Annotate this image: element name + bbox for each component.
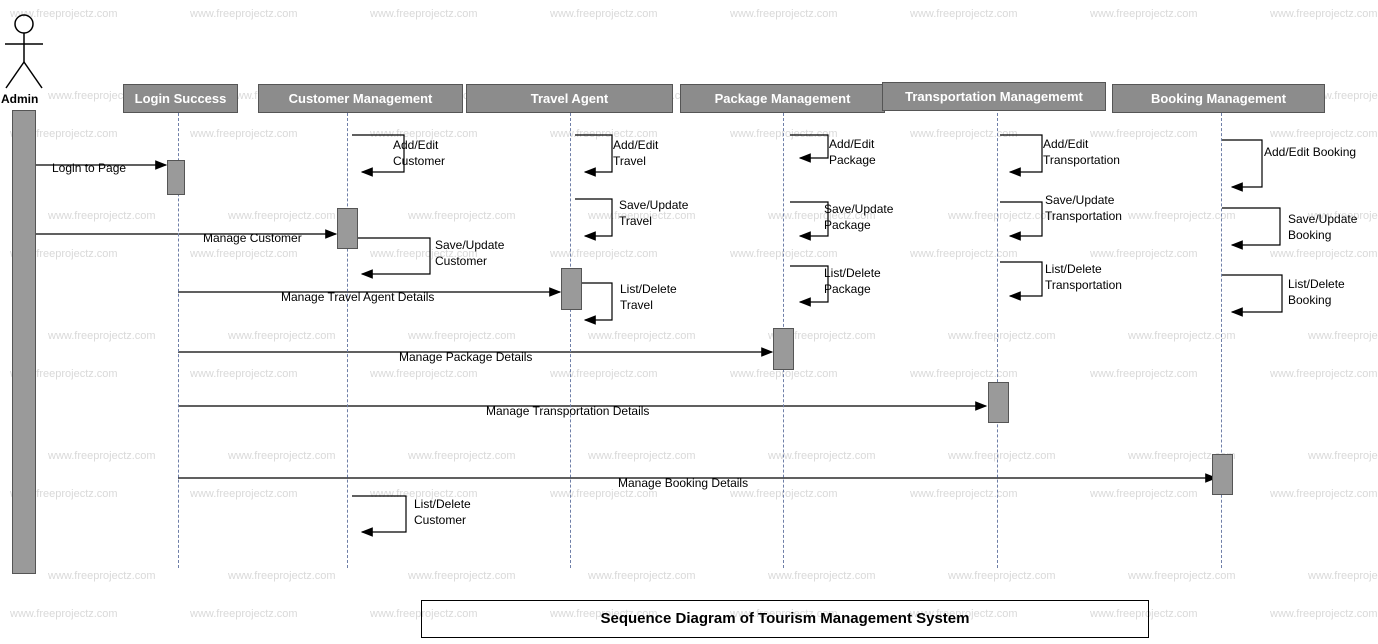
watermark: www.freeprojectz.com (588, 450, 696, 462)
watermark: www.freeprojectz.com (48, 450, 156, 462)
watermark: www.freeprojectz.com (48, 210, 156, 222)
message-label-save-update-booking: Save/Update Booking (1288, 212, 1358, 242)
watermark: www.freeprojectz.com (1270, 248, 1378, 260)
message-label-manage-customer: Manage Customer (203, 231, 302, 245)
watermark: www.freeprojectz.com (768, 570, 876, 582)
message-label-save-update-transportation: Save/Update Transportation (1045, 193, 1122, 223)
watermark: www.freeprojectz.com (10, 8, 118, 20)
watermark: www.freeprojectz.com (10, 608, 118, 620)
watermark: www.freeprojectz.com (1270, 128, 1378, 140)
lifeline-header-login[interactable]: Login Success (123, 84, 238, 113)
watermark: www.freeprojectz.com (190, 128, 298, 140)
message-label-manage-package-details: Manage Package Details (399, 350, 533, 364)
watermark: www.freeprojectz.com (1090, 8, 1198, 20)
watermark: www.freeprojectz.com (190, 488, 298, 500)
message-label-add-edit-travel: Add/Edit Travel (613, 138, 659, 168)
watermark: www.freeprojectz.com (948, 210, 1056, 222)
watermark: www.freeprojectz.com (910, 368, 1018, 380)
watermark: www.freeprojectz.com (48, 570, 156, 582)
watermark: www.freeprojectz.com (550, 8, 658, 20)
lifeline-header-booking[interactable]: Booking Management (1112, 84, 1325, 113)
watermark: www.freeprojectz.com (910, 8, 1018, 20)
watermark: www.freeprojectz.com (370, 368, 478, 380)
watermark: www.freeprojectz.com (550, 248, 658, 260)
activation-transportation (988, 382, 1009, 423)
message-label-manage-transportation-details: Manage Transportation Details (486, 404, 650, 418)
watermark: www.freeprojectz.com (1308, 330, 1378, 342)
lifeline-line-travel (570, 113, 571, 568)
activation-customer (337, 208, 358, 249)
message-label-save-update-customer: Save/Update Customer (435, 238, 505, 268)
watermark: www.freeprojectz.com (730, 8, 838, 20)
lifeline-header-package[interactable]: Package Management (680, 84, 885, 113)
message-label-list-delete-booking: List/Delete Booking (1288, 277, 1345, 307)
watermark: www.freeprojectz.com (190, 368, 298, 380)
watermark: www.freeprojectz.com (948, 570, 1056, 582)
watermark: www.freeprojectz.com (1270, 368, 1378, 380)
watermark: www.freeprojectz.com (190, 608, 298, 620)
sequence-diagram-canvas: www.freeprojectz.com www.freeprojectz.co… (0, 0, 1378, 644)
diagram-title: Sequence Diagram of Tourism Management S… (421, 600, 1149, 638)
message-label-manage-booking-details: Manage Booking Details (618, 476, 749, 490)
watermark: www.freeprojectz.com (1308, 570, 1378, 582)
watermark: www.freeprojectz.com (910, 248, 1018, 260)
lifeline-line-customer (347, 113, 348, 568)
watermark: www.freeprojectz.com (408, 570, 516, 582)
lifeline-line-transportation (997, 113, 998, 568)
watermark: www.freeprojectz.com (1128, 210, 1236, 222)
watermark: www.freeprojectz.com (1128, 570, 1236, 582)
watermark: www.freeprojectz.com (1308, 450, 1378, 462)
watermark: www.freeprojectz.com (228, 210, 336, 222)
message-label-add-edit-transportation: Add/Edit Transportation (1043, 137, 1120, 167)
watermark: www.freeprojectz.com (228, 330, 336, 342)
watermark: www.freeprojectz.com (768, 450, 876, 462)
watermark: www.freeprojectz.com (228, 570, 336, 582)
watermark: www.freeprojectz.com (948, 450, 1056, 462)
watermark: www.freeprojectz.com (1270, 608, 1378, 620)
watermark: www.freeprojectz.com (190, 8, 298, 20)
activation-admin (12, 110, 36, 574)
watermark: www.freeprojectz.com (190, 248, 298, 260)
message-label-login-to-page: Login to Page (52, 161, 127, 175)
watermark: www.freeprojectz.com (1270, 488, 1378, 500)
watermark: www.freeprojectz.com (408, 330, 516, 342)
activation-package (773, 328, 794, 370)
message-label-add-edit-package: Add/Edit Package (829, 137, 876, 167)
watermark: www.freeprojectz.com (48, 330, 156, 342)
watermark: www.freeprojectz.com (408, 210, 516, 222)
watermark: www.freeprojectz.com (1270, 8, 1378, 20)
activation-travel (561, 268, 582, 310)
watermark: www.freeprojectz.com (408, 450, 516, 462)
watermark: www.freeprojectz.com (228, 450, 336, 462)
watermark: www.freeprojectz.com (910, 128, 1018, 140)
message-label-add-edit-booking: Add/Edit Booking (1264, 145, 1357, 159)
watermark: www.freeprojectz.com (1090, 368, 1198, 380)
lifeline-header-customer[interactable]: Customer Management (258, 84, 463, 113)
watermark: www.freeprojectz.com (370, 8, 478, 20)
activation-login (167, 160, 185, 195)
actor-label-admin: Admin (1, 92, 39, 106)
message-label-add-edit-customer: Add/Edit Customer (393, 138, 446, 168)
message-label-list-delete-customer: List/Delete Customer (414, 497, 471, 527)
lifeline-header-travel[interactable]: Travel Agent (466, 84, 673, 113)
watermark: www.freeprojectz.com (588, 570, 696, 582)
message-label-manage-travel-agent-details: Manage Travel Agent Details (281, 290, 435, 304)
lifeline-header-transportation[interactable]: Transportation Managememt (882, 82, 1106, 111)
watermark: www.freeprojectz.com (1090, 488, 1198, 500)
watermark: www.freeprojectz.com (550, 368, 658, 380)
watermark: www.freeprojectz.com (948, 330, 1056, 342)
message-label-save-update-package: Save/Update Package (824, 202, 894, 232)
message-label-list-delete-package: List/Delete Package (824, 266, 881, 296)
watermark: www.freeprojectz.com (910, 488, 1018, 500)
watermark: www.freeprojectz.com (1090, 248, 1198, 260)
activation-booking (1212, 454, 1233, 495)
message-label-save-update-travel: Save/Update Travel (619, 198, 689, 228)
watermark: www.freeprojectz.com (1128, 330, 1236, 342)
lifeline-line-booking (1221, 113, 1222, 568)
message-label-list-delete-transportation: List/Delete Transportation (1045, 262, 1122, 292)
watermark: www.freeprojectz.com (588, 330, 696, 342)
message-label-list-delete-travel: List/Delete Travel (620, 282, 677, 312)
